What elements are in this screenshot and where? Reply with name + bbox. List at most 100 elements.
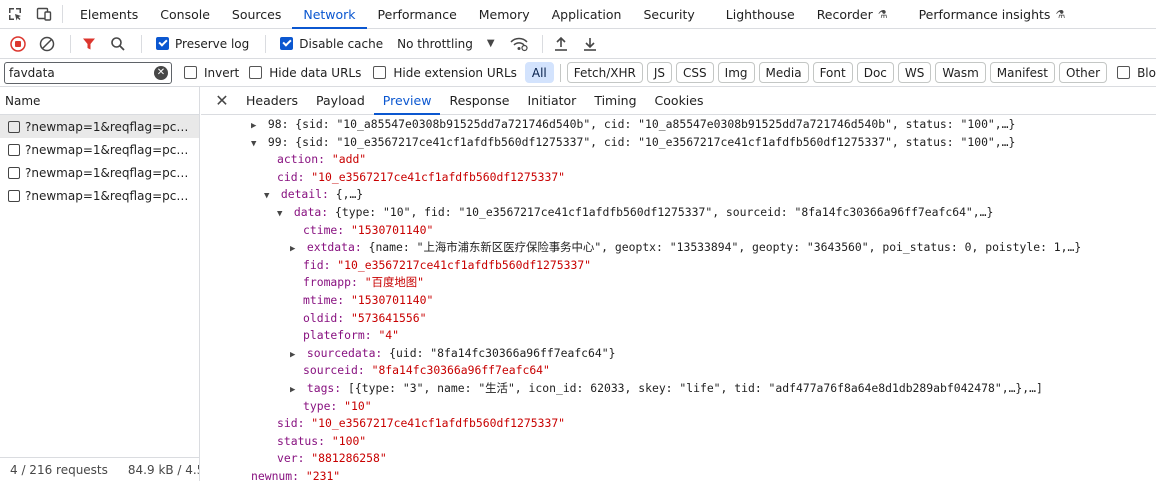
toolbar-separator xyxy=(141,34,142,53)
tree-row-data[interactable]: ▼ data: {type: "10", fid: "10_e3567217ce… xyxy=(201,204,1156,222)
tree-row-extdata[interactable]: ▶ extdata: {name: "上海市浦东新区医疗保险事务中心", geo… xyxy=(201,239,1156,257)
import-har-icon[interactable] xyxy=(549,32,573,56)
tree-value: "百度地图" xyxy=(364,275,425,290)
tab-security[interactable]: Security xyxy=(632,0,705,28)
filter-chip-doc[interactable]: Doc xyxy=(856,62,894,83)
filter-icon[interactable] xyxy=(77,32,101,56)
tab-initiator[interactable]: Initiator xyxy=(519,87,586,114)
hide-extension-urls-checkbox[interactable]: Hide extension URLs xyxy=(373,66,517,80)
tab-recorder-label: Recorder xyxy=(816,6,873,22)
throttling-select[interactable]: No throttling ▼ xyxy=(397,37,494,51)
device-toolbar-icon[interactable] xyxy=(29,0,58,28)
tree-key: tags: xyxy=(306,380,342,395)
tree-key: newnum: xyxy=(251,468,300,481)
request-row[interactable]: ?newmap=1&reqflag=pcmap&from=webmap xyxy=(0,184,199,207)
request-row[interactable]: ?newmap=1&reqflag=pcmap&from=webmap xyxy=(0,161,199,184)
tab-lighthouse[interactable]: Lighthouse xyxy=(706,0,806,28)
tree-value: {name: "上海市浦东新区医疗保险事务中心", geoptx: "13533… xyxy=(368,240,1082,255)
filter-chip-js[interactable]: JS xyxy=(646,62,673,83)
checkbox-unchecked-icon xyxy=(373,66,387,79)
filter-chip-all[interactable]: All xyxy=(524,62,554,83)
request-type-icon xyxy=(8,189,20,202)
tree-value: "add" xyxy=(331,152,367,167)
tree-row-action: action: "add" xyxy=(201,151,1156,169)
tab-recorder[interactable]: Recorder ⚗ xyxy=(806,0,899,28)
tree-value: "4" xyxy=(378,328,400,343)
flask-icon: ⚗ xyxy=(1055,7,1066,21)
tree-key: sourcedata: xyxy=(306,345,383,360)
tree-key: ctime: xyxy=(303,222,345,237)
request-name: ?newmap=1&reqflag=pcmap&from=webmap xyxy=(25,165,195,180)
request-name: ?newmap=1&reqflag=pcmap&from=webmap xyxy=(25,119,195,134)
clear-filter-icon[interactable]: ✕ xyxy=(153,65,168,80)
disable-cache-checkbox[interactable]: Disable cache xyxy=(280,37,383,51)
tree-value: "231" xyxy=(305,468,341,481)
tab-sources[interactable]: Sources xyxy=(221,0,292,28)
blocked-requests-checkbox[interactable]: Blo xyxy=(1117,66,1156,80)
network-conditions-icon[interactable] xyxy=(507,32,531,56)
tree-row-98[interactable]: ▶ 98: {sid: "10_a85547e0308b91525dd7a721… xyxy=(201,116,1156,134)
tree-row-sourcedata[interactable]: ▶ sourcedata: {uid: "8fa14fc30366a96ff7e… xyxy=(201,345,1156,363)
filter-chip-wasm[interactable]: Wasm xyxy=(935,62,986,83)
tree-row-plateform: plateform: "4" xyxy=(201,327,1156,345)
toolbar-separator xyxy=(70,34,71,53)
filter-chip-media[interactable]: Media xyxy=(758,62,809,83)
tab-payload[interactable]: Payload xyxy=(307,87,374,114)
tab-headers[interactable]: Headers xyxy=(237,87,307,114)
tab-cookies[interactable]: Cookies xyxy=(646,87,713,114)
filter-chip-fetch-xhr[interactable]: Fetch/XHR xyxy=(566,62,643,83)
tab-application[interactable]: Application xyxy=(541,0,633,28)
export-har-icon[interactable] xyxy=(578,32,602,56)
hide-data-urls-checkbox[interactable]: Hide data URLs xyxy=(249,66,361,80)
tree-row-tags[interactable]: ▶ tags: [{type: "3", name: "生活", icon_id… xyxy=(201,380,1156,398)
detail-tabbar: ✕ Headers Payload Preview Response Initi… xyxy=(201,87,1156,115)
close-detail-icon[interactable]: ✕ xyxy=(209,87,235,114)
tree-value: "8fa14fc30366a96ff7eafc64" xyxy=(371,363,550,378)
request-type-icon xyxy=(8,120,20,133)
filter-chip-img[interactable]: Img xyxy=(717,62,755,83)
filter-input[interactable] xyxy=(9,65,159,80)
filter-chip-css[interactable]: CSS xyxy=(676,62,714,83)
name-column-header[interactable]: Name xyxy=(0,87,199,115)
record-icon[interactable] xyxy=(6,32,30,56)
tab-response[interactable]: Response xyxy=(440,87,518,114)
filter-chip-font[interactable]: Font xyxy=(812,62,853,83)
tab-performance-insights-label: Performance insights xyxy=(918,6,1051,22)
request-row[interactable]: ?newmap=1&reqflag=pcmap&from=webmap xyxy=(0,138,199,161)
inspect-element-icon[interactable] xyxy=(0,0,29,28)
filter-chip-ws[interactable]: WS xyxy=(897,62,932,83)
request-name: ?newmap=1&reqflag=pcmap&from=webmap xyxy=(25,188,195,203)
toolbar-separator xyxy=(265,34,267,53)
checkbox-unchecked-icon xyxy=(183,66,197,79)
tree-key: extdata: xyxy=(306,240,362,255)
tab-network[interactable]: Network xyxy=(292,0,367,29)
request-name: ?newmap=1&reqflag=pcmap&from=webmap xyxy=(25,142,195,157)
tab-performance-insights[interactable]: Performance insights ⚗ xyxy=(899,0,1077,28)
filter-chip-manifest[interactable]: Manifest xyxy=(989,62,1055,83)
filter-chip-other[interactable]: Other xyxy=(1059,62,1108,83)
request-row[interactable]: ?newmap=1&reqflag=pcmap&from=webmap xyxy=(0,115,199,138)
hide-extension-urls-label: Hide extension URLs xyxy=(393,65,517,80)
tree-row-detail[interactable]: ▼ detail: {,…} xyxy=(201,186,1156,204)
tree-value: {uid: "8fa14fc30366a96ff7eafc64"} xyxy=(389,345,616,360)
tree-row-type: type: "10" xyxy=(201,398,1156,416)
tree-key: 99: xyxy=(267,134,289,149)
tab-performance[interactable]: Performance xyxy=(367,0,468,28)
tree-row-99[interactable]: ▼ 99: {sid: "10_e3567217ce41cf1afdfb560d… xyxy=(201,134,1156,152)
tab-memory[interactable]: Memory xyxy=(468,0,541,28)
search-icon[interactable] xyxy=(106,32,130,56)
preserve-log-checkbox[interactable]: Preserve log xyxy=(156,37,249,51)
clear-icon[interactable] xyxy=(35,32,59,56)
tab-preview[interactable]: Preview xyxy=(373,87,441,115)
tree-value: "10" xyxy=(344,398,372,413)
tab-console[interactable]: Console xyxy=(149,0,221,28)
tree-row-fromapp: fromapp: "百度地图" xyxy=(201,274,1156,292)
disable-cache-label: Disable cache xyxy=(299,36,384,51)
tree-row-sourceid: sourceid: "8fa14fc30366a96ff7eafc64" xyxy=(201,362,1156,380)
tree-key: status: xyxy=(277,433,326,448)
invert-checkbox[interactable]: Invert xyxy=(183,66,239,80)
tab-timing[interactable]: Timing xyxy=(585,87,645,114)
tab-elements[interactable]: Elements xyxy=(69,0,149,28)
request-count: 4 / 216 requests xyxy=(10,462,108,477)
request-list-pane: Name ?newmap=1&reqflag=pcmap&from=webmap… xyxy=(0,87,200,481)
